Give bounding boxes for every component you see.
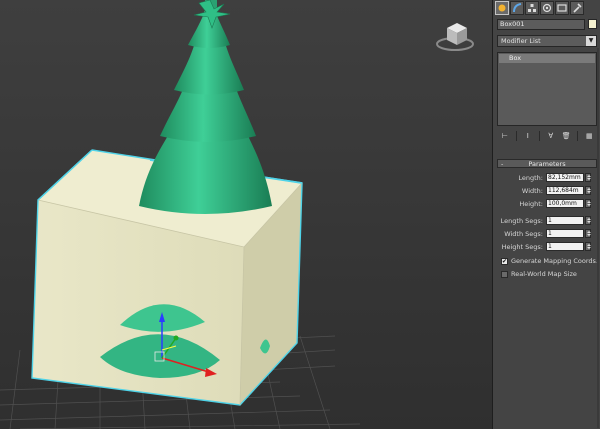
panel-scrollbar[interactable] — [597, 48, 599, 428]
toolbar-divider — [538, 131, 540, 141]
width-spinner[interactable] — [585, 186, 591, 195]
height-segs-spinner[interactable] — [585, 242, 591, 251]
generate-mapping-checkbox[interactable]: ✔ — [501, 257, 508, 265]
object-name-field[interactable]: Box001 — [497, 19, 585, 30]
width-segs-input[interactable]: 1 — [546, 229, 584, 238]
real-world-label: Real-World Map Size — [511, 270, 577, 278]
height-label: Height: — [519, 200, 543, 208]
real-world-checkbox[interactable] — [501, 270, 508, 278]
create-tab[interactable] — [495, 1, 509, 15]
command-panel: Box001 Modifier List ▼ Box ⊢ Ⅰ ∀ 🗑 ▦ - P… — [492, 0, 600, 429]
parameters-rollout-header[interactable]: - Parameters — [497, 159, 597, 168]
length-segs-spinner[interactable] — [585, 216, 591, 225]
length-segs-input[interactable]: 1 — [546, 216, 584, 225]
height-segs-label: Height Segs: — [501, 243, 543, 251]
motion-icon — [542, 3, 552, 13]
width-label: Width: — [521, 187, 543, 195]
width-input[interactable]: 112,684m — [546, 186, 584, 195]
show-end-result-icon[interactable]: Ⅰ — [523, 132, 532, 141]
height-param: Height: 100,0mm — [497, 199, 597, 209]
modifier-list-label: Modifier List — [501, 37, 541, 45]
height-segs-input[interactable]: 1 — [546, 242, 584, 251]
length-param: Length: 82,152mm — [497, 173, 597, 183]
create-sphere-icon — [498, 4, 506, 12]
length-segs-param: Length Segs: 1 — [497, 216, 597, 226]
hierarchy-tab[interactable] — [525, 1, 539, 15]
display-icon — [557, 4, 567, 12]
motion-tab[interactable] — [540, 1, 554, 15]
length-segs-label: Length Segs: — [500, 217, 543, 225]
utilities-tab[interactable] — [570, 1, 584, 15]
modify-icon — [513, 3, 522, 13]
stack-toolbar: ⊢ Ⅰ ∀ 🗑 ▦ — [497, 130, 597, 142]
parameters-title: Parameters — [528, 160, 566, 168]
configure-sets-icon[interactable]: ▦ — [585, 132, 594, 141]
stack-item-box[interactable]: Box — [499, 54, 595, 63]
make-unique-icon[interactable]: ∀ — [546, 132, 555, 141]
width-param: Width: 112,684m — [497, 186, 597, 196]
length-input[interactable]: 82,152mm — [546, 173, 584, 182]
generate-mapping-label: Generate Mapping Coords. — [511, 257, 599, 265]
width-segs-param: Width Segs: 1 — [497, 229, 597, 239]
command-panel-tabs — [495, 1, 599, 16]
object-color-swatch[interactable] — [588, 19, 597, 29]
perspective-viewport[interactable] — [0, 0, 492, 429]
utilities-icon — [573, 3, 582, 13]
real-world-row[interactable]: Real-World Map Size — [501, 269, 597, 279]
length-spinner[interactable] — [585, 173, 591, 182]
object-name-row: Box001 — [497, 19, 597, 31]
toolbar-divider — [515, 131, 517, 141]
toolbar-divider — [577, 131, 579, 141]
modify-tab[interactable] — [510, 1, 524, 15]
height-segs-param: Height Segs: 1 — [497, 242, 597, 252]
width-segs-spinner[interactable] — [585, 229, 591, 238]
modifier-list-dropdown[interactable]: Modifier List ▼ — [497, 35, 597, 47]
modifier-stack: Box — [497, 52, 597, 126]
chevron-down-icon: ▼ — [586, 36, 596, 46]
height-spinner[interactable] — [585, 199, 591, 208]
collapse-icon: - — [501, 160, 504, 168]
display-tab[interactable] — [555, 1, 569, 15]
hierarchy-icon — [528, 4, 536, 12]
remove-modifier-icon[interactable]: 🗑 — [562, 132, 571, 141]
height-input[interactable]: 100,0mm — [546, 199, 584, 208]
pin-stack-icon[interactable]: ⊢ — [500, 132, 509, 141]
generate-mapping-row[interactable]: ✔ Generate Mapping Coords. — [501, 256, 599, 266]
width-segs-label: Width Segs: — [504, 230, 543, 238]
length-label: Length: — [518, 174, 543, 182]
